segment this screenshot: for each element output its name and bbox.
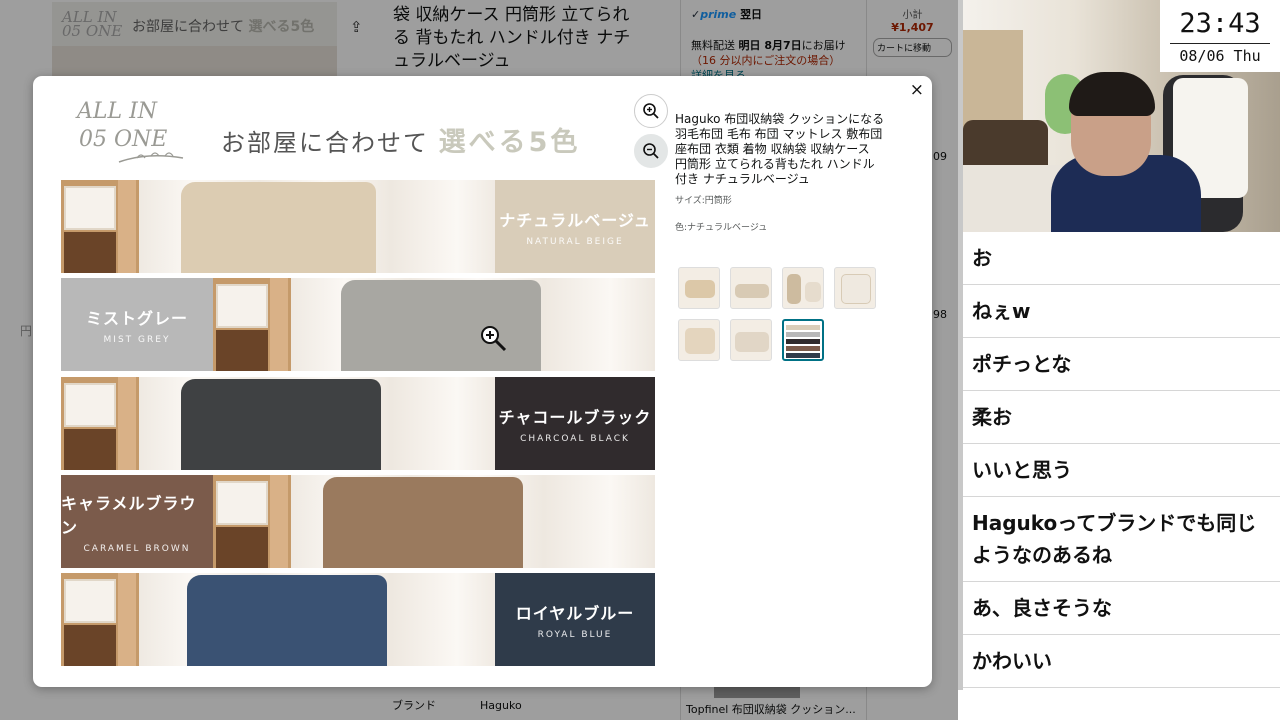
shelf-image [213,278,291,371]
thumbnail[interactable] [678,319,720,361]
shelf-image [61,573,139,666]
color-band: キャラメルブラウン CARAMEL BROWN [61,475,655,568]
cushion-image [341,280,541,371]
thumbnail[interactable] [730,267,772,309]
image-headline: お部屋に合わせて 選べる5色 [221,127,581,158]
chat-message: かわいい [963,635,1280,688]
chat-message: 柔お [963,391,1280,444]
color-label-box: ミストグレー MIST GREY [61,278,213,371]
thumbnail[interactable] [678,267,720,309]
color-name-jp: キャラメルブラウン [61,493,197,537]
chat-message: お [963,232,1280,285]
thumbnail[interactable] [782,267,824,309]
thumbnail[interactable] [730,319,772,361]
color-name-en: CARAMEL BROWN [83,543,191,554]
cushion-image [181,182,376,273]
color-label-box: チャコールブラック CHARCOAL BLACK [495,377,655,470]
all-in-one-logo: ALL IN 05 ONE [77,98,192,178]
chat-message: いいと思う [963,444,1280,497]
color-name-en: NATURAL BEIGE [526,236,624,247]
color-name-jp: ナチュラルベージュ [499,210,651,230]
screen: ALL IN 05 ONE お部屋に合わせて 選べる5色 ⇪ 袋 収納ケース 円筒… [0,0,1280,720]
zoom-in-icon[interactable] [634,94,668,128]
image-viewer-modal: × ALL IN 05 ONE お部屋に合わせて 選べる5色 ナチュラルベージュ… [33,76,932,687]
clock-overlay: 23:43 08/06 Thu [1160,0,1280,72]
color-band: チャコールブラック CHARCOAL BLACK [61,377,655,470]
color-name-jp: ロイヤルブルー [515,603,635,623]
zoom-cursor-icon [479,324,509,358]
cushion-image [181,379,381,470]
color-name-en: CHARCOAL BLACK [520,433,630,444]
size-label: サイズ:円筒形 [675,196,732,206]
shelf-image [61,377,139,470]
chat-panel: おねぇw ポチっとな 柔お いいと思う Hagukoってブランドでも同じようなのあるねあ… [963,232,1280,720]
shelf-image [213,475,291,568]
chat-message: ねぇw [963,285,1280,338]
chat-message: Hagukoってブランドでも同じようなのあるね [963,497,1280,582]
color-label-box: キャラメルブラウン CARAMEL BROWN [61,475,213,568]
color-label-box: ナチュラルベージュ NATURAL BEIGE [495,180,655,273]
color-band: ナチュラルベージュ NATURAL BEIGE [61,180,655,273]
zoom-out-icon[interactable] [634,134,668,168]
thumbnail[interactable] [834,267,876,309]
cushion-image [187,575,387,666]
color-label: 色:ナチュラルベージュ [675,223,768,233]
product-info: Haguko 布団収納袋 クッションになる 羽毛布団 毛布 布団 マットレス 敷… [675,112,885,233]
modal-product-title: Haguko 布団収納袋 クッションになる 羽毛布団 毛布 布団 マットレス 敷… [675,112,885,186]
shelf-image [61,180,139,273]
cushion-image [323,477,523,568]
color-name-en: MIST GREY [103,334,171,345]
color-name-jp: ミストグレー [85,308,188,328]
color-band: ロイヤルブルー ROYAL BLUE [61,573,655,666]
color-name-jp: チャコールブラック [498,407,652,427]
color-band: ミストグレー MIST GREY [61,278,655,371]
clock-date: 08/06 Thu [1179,47,1261,65]
thumbnail-selected[interactable] [782,319,824,361]
color-label-box: ロイヤルブルー ROYAL BLUE [495,573,655,666]
close-icon[interactable]: × [910,80,924,100]
clock-time: 23:43 [1179,8,1261,39]
color-name-en: ROYAL BLUE [537,629,613,640]
chat-message: あ、良さそうな [963,582,1280,635]
chat-message: ポチっとな [963,338,1280,391]
